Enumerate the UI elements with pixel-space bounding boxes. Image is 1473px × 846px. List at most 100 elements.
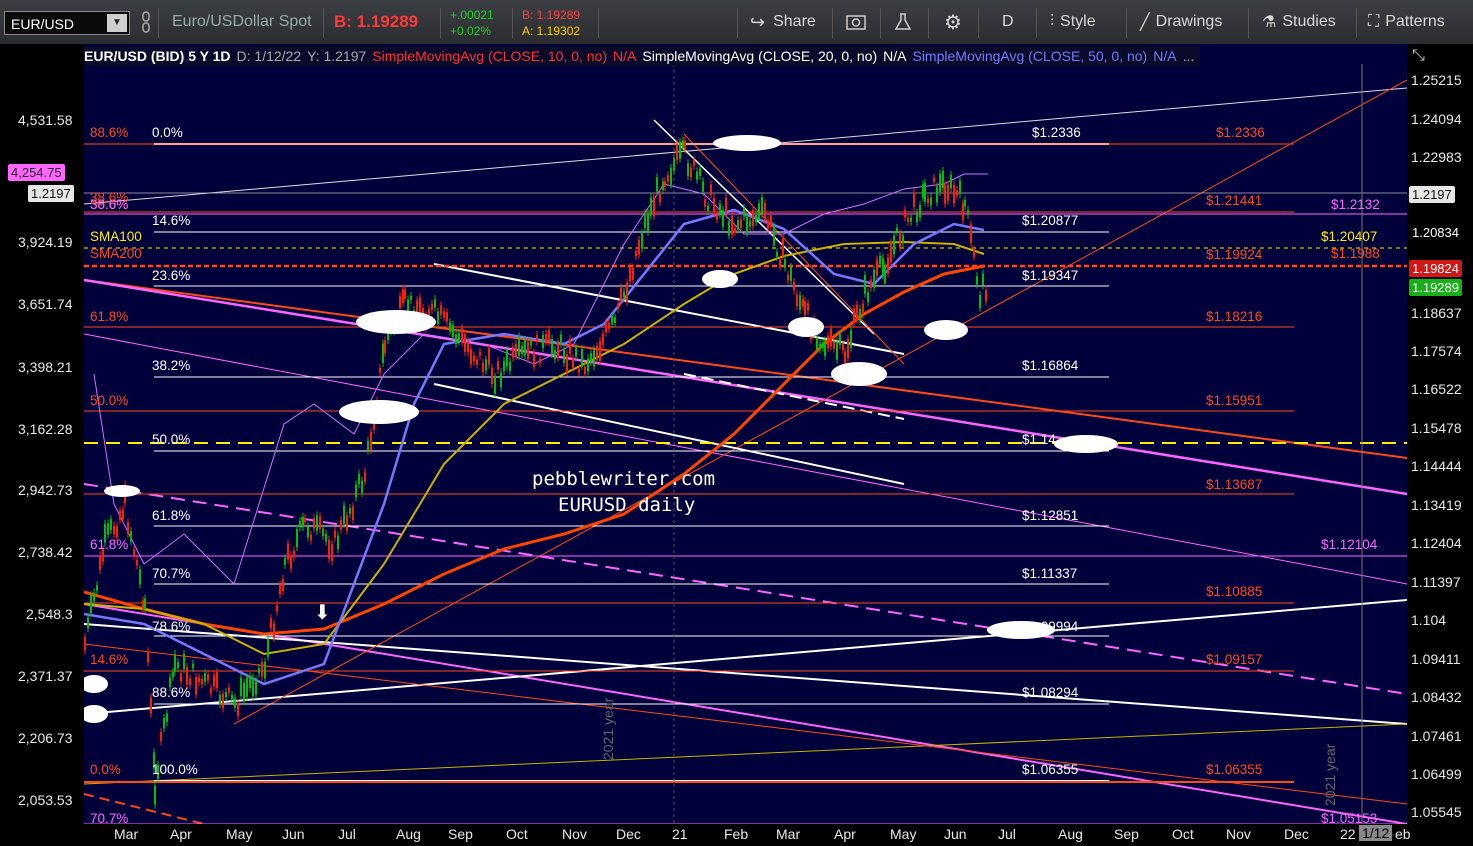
candle-body <box>876 259 878 276</box>
candle-body <box>933 177 935 183</box>
candle-body <box>982 273 984 286</box>
left-axis-label: 2,371.37 <box>18 668 73 684</box>
candle-body <box>620 287 622 301</box>
candle-body <box>599 340 601 361</box>
candle-body <box>379 367 381 373</box>
sma10-label[interactable]: SimpleMovingAvg (CLOSE, 10, 0, no) <box>372 48 607 64</box>
flask-icon[interactable] <box>894 0 912 44</box>
fib-red-val: $1.09157 <box>1206 652 1263 667</box>
candle-body <box>696 171 698 180</box>
candle-body <box>859 308 861 321</box>
net-change-pct: +0.02% <box>450 24 492 38</box>
right-axis-label: 1.12404 <box>1411 535 1462 551</box>
fib-white-pct: 23.6% <box>152 268 191 283</box>
candle-body <box>910 217 912 222</box>
cursor-icon[interactable]: ⤡ <box>1412 47 1425 65</box>
candle-body <box>518 336 520 356</box>
symbol-dropdown-icon[interactable]: ▼ <box>107 14 127 32</box>
sma10-value: N/A <box>613 48 637 64</box>
link-icon[interactable] <box>140 0 152 44</box>
patterns-button[interactable]: ⛶ Patterns <box>1368 0 1445 44</box>
right-axis-label: 1.09411 <box>1411 651 1461 667</box>
candle-body <box>90 594 92 613</box>
candle-body <box>204 673 206 682</box>
candle-body <box>488 348 490 365</box>
candle-body <box>497 361 499 370</box>
symbol-input[interactable]: EUR/USD ▼ <box>4 11 130 35</box>
candle-body <box>611 315 613 325</box>
year-label: 2021 year <box>600 697 616 760</box>
candle-body <box>136 560 138 566</box>
gear-icon[interactable]: ⚙ <box>944 0 962 44</box>
candle-body <box>180 673 182 682</box>
date-readout: D: 1/12/22 <box>236 48 302 64</box>
candle-body <box>793 281 795 291</box>
candle-body <box>887 257 889 274</box>
month-label: eb <box>1395 826 1411 842</box>
candle-body <box>699 168 701 176</box>
candle-body <box>919 205 921 218</box>
candle-body <box>399 296 401 308</box>
interval-button[interactable]: D <box>1002 0 1014 44</box>
share-button[interactable]: ↪ Share <box>750 0 816 44</box>
candle-body <box>334 530 336 538</box>
candle-body <box>467 341 469 353</box>
moving-averages <box>84 173 988 686</box>
candle-body <box>802 298 804 307</box>
candle-body <box>950 174 952 189</box>
candle-body <box>506 349 508 367</box>
drawings-button[interactable]: ╱ Drawings <box>1140 0 1222 44</box>
candle-body <box>127 522 129 534</box>
candle-body <box>782 239 784 256</box>
right-price-axis[interactable]: 1.25215 1.24094 1.22983 1.18637 1.17574 … <box>1407 44 1473 824</box>
studies-button[interactable]: ⚗ Studies <box>1262 0 1336 44</box>
candle-body <box>864 275 866 294</box>
snapshot-icon[interactable] <box>845 0 867 44</box>
share-label: Share <box>773 13 816 30</box>
candle-body <box>548 330 550 343</box>
candle-body <box>264 661 266 679</box>
candle-body <box>443 311 445 318</box>
month-label: Mar <box>114 826 139 842</box>
sma200-value: $1.1988 <box>1331 246 1380 261</box>
right-tag-red: 1.19824 <box>1409 260 1462 277</box>
candle-body <box>799 295 801 310</box>
instrument-label: EUR/USD (BID) 5 Y 1D <box>84 48 231 64</box>
candle-body <box>87 617 89 629</box>
sma50-label[interactable]: SimpleMovingAvg (CLOSE, 50, 0, no) <box>912 48 1147 64</box>
candle-body <box>670 167 672 185</box>
style-button[interactable]: ⫶ Style <box>1050 0 1096 44</box>
candle-body <box>870 280 872 288</box>
candle-body <box>850 330 852 348</box>
candle-body <box>787 274 789 281</box>
time-axis[interactable]: Mar Apr May Jun Jul Aug Sep Oct Nov Dec … <box>84 824 1473 846</box>
candle-body <box>276 604 278 612</box>
fib-red-pct: 0.0% <box>90 762 121 777</box>
left-price-axis[interactable]: 4,531.58 3,924.19 3,651.74 3,398.21 3,16… <box>0 44 84 824</box>
candle-body <box>554 350 556 360</box>
candle-body <box>644 213 646 228</box>
candle-body <box>313 518 315 529</box>
more-studies[interactable]: ... <box>1183 48 1195 64</box>
candle-body <box>796 294 798 307</box>
chart-area[interactable]: ⬇ <box>84 44 1407 824</box>
left-axis-label: 4,531.58 <box>18 112 73 128</box>
fib-white-val: $1.09994 <box>1022 619 1079 634</box>
sma20-label[interactable]: SimpleMovingAvg (CLOSE, 20, 0, no) <box>642 48 877 64</box>
candle-body <box>122 509 124 520</box>
candle-body <box>96 585 98 591</box>
month-label: Jul <box>338 826 356 842</box>
fib-red-val: $1.19924 <box>1206 247 1263 262</box>
candle-body <box>734 227 736 233</box>
chart-drawing: ⬇ <box>84 64 1407 824</box>
candle-body <box>563 349 565 363</box>
candle-body <box>985 289 987 302</box>
candle-body <box>387 333 389 341</box>
candle-body <box>687 163 689 177</box>
candle-body <box>790 266 792 281</box>
candle-body <box>578 368 580 373</box>
month-label: Aug <box>396 826 421 842</box>
fib-mag-pct: 38.6% <box>90 197 129 212</box>
candle-body <box>867 292 869 303</box>
candle-body <box>225 692 227 698</box>
